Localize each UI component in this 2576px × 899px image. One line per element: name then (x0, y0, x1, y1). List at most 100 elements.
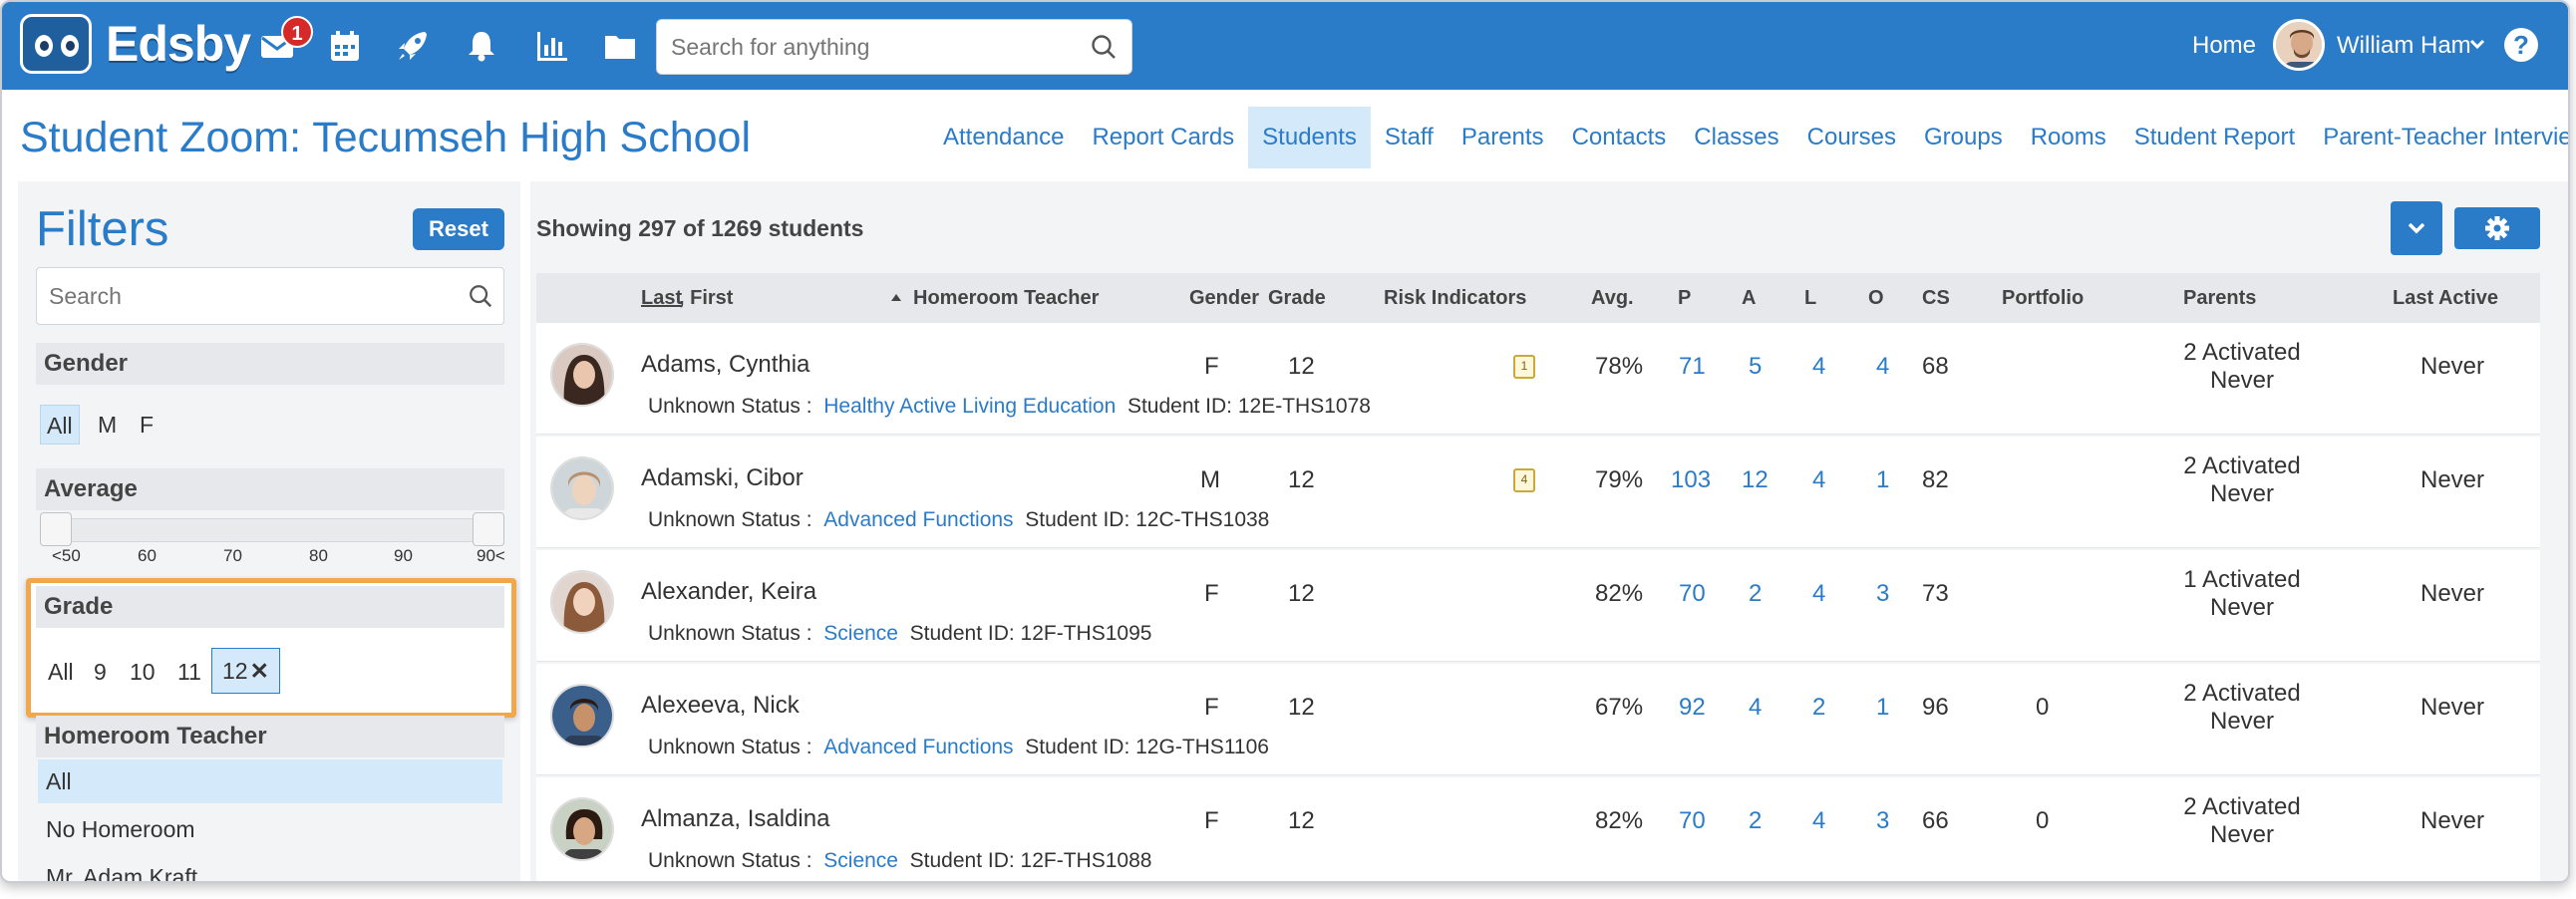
user-avatar[interactable] (2273, 19, 2325, 71)
nav-parents[interactable]: Parents (1448, 107, 1558, 168)
late-count[interactable]: 2 (1812, 694, 1825, 722)
nav-classes[interactable]: Classes (1680, 107, 1792, 168)
average-header[interactable]: Avg. (1591, 287, 1634, 310)
average-slider-max-handle[interactable] (473, 512, 504, 546)
grade-option-11[interactable]: 11 (171, 652, 207, 692)
edsby-logo[interactable]: Edsby (20, 14, 251, 74)
table-row[interactable]: Alexeeva, Nick Unknown Status : Advanced… (536, 664, 2540, 775)
nav-rooms[interactable]: Rooms (2017, 107, 2120, 168)
grade-option-9[interactable]: 9 (88, 652, 113, 692)
remove-icon[interactable]: ✕ (250, 658, 269, 684)
user-name[interactable]: William Ham (2337, 32, 2471, 60)
gender-header[interactable]: Gender (1189, 287, 1259, 310)
absent-count[interactable]: 5 (1749, 353, 1762, 381)
calendar-icon[interactable] (327, 28, 363, 64)
late-count[interactable]: 4 (1812, 807, 1825, 835)
settings-button[interactable] (2454, 207, 2540, 249)
nav-report-cards[interactable]: Report Cards (1078, 107, 1248, 168)
expand-dropdown-button[interactable] (2391, 201, 2442, 255)
gender-option-f[interactable]: F (134, 405, 160, 445)
average-slider-min-handle[interactable] (40, 512, 72, 546)
late-count[interactable]: 4 (1812, 580, 1825, 608)
table-row[interactable]: Adamski, Cibor Unknown Status : Advanced… (536, 437, 2540, 548)
homeroom-option[interactable]: No Homeroom (38, 807, 502, 851)
student-photo[interactable] (550, 684, 614, 748)
help-icon[interactable]: ? (2504, 28, 2538, 62)
table-row[interactable]: Adams, Cynthia Unknown Status : Healthy … (536, 323, 2540, 435)
other-count[interactable]: 3 (1876, 580, 1889, 608)
other-count[interactable]: 1 (1876, 694, 1889, 722)
absent-header[interactable]: A (1742, 287, 1756, 310)
student-photo[interactable] (550, 797, 614, 861)
risk-indicators-header[interactable]: Risk Indicators (1384, 287, 1526, 310)
grade-header[interactable]: Grade (1268, 287, 1326, 310)
nav-courses[interactable]: Courses (1793, 107, 1910, 168)
student-name[interactable]: Almanza, Isaldina (641, 805, 829, 833)
sort-last-name-header[interactable]: Last (641, 287, 682, 310)
late-count[interactable]: 4 (1812, 466, 1825, 494)
chevron-down-icon[interactable] (2467, 34, 2487, 54)
course-link[interactable]: Advanced Functions (823, 508, 1013, 531)
grade-option-all[interactable]: All (42, 652, 80, 692)
student-name[interactable]: Adams, Cynthia (641, 351, 809, 379)
grade-chip-12[interactable]: 12✕ (211, 648, 280, 694)
nav-groups[interactable]: Groups (1910, 107, 2017, 168)
cs-header[interactable]: CS (1922, 287, 1950, 310)
nav-student-report[interactable]: Student Report (2120, 107, 2309, 168)
absent-count[interactable]: 2 (1749, 580, 1762, 608)
folder-icon[interactable] (602, 28, 638, 64)
nav-attendance[interactable]: Attendance (929, 107, 1078, 168)
average-slider-track[interactable] (44, 518, 492, 542)
present-count[interactable]: 103 (1671, 466, 1711, 494)
homeroom-option[interactable]: All (38, 759, 502, 803)
present-count[interactable]: 92 (1679, 694, 1706, 722)
student-name[interactable]: Alexander, Keira (641, 578, 816, 606)
last-active-header[interactable]: Last Active (2393, 287, 2498, 310)
present-header[interactable]: P (1678, 287, 1691, 310)
chart-icon[interactable] (534, 28, 570, 64)
mail-icon[interactable]: 1 (259, 16, 313, 64)
gender-option-all[interactable]: All (40, 405, 80, 445)
table-row[interactable]: Almanza, Isaldina Unknown Status : Scien… (536, 777, 2540, 881)
other-count[interactable]: 1 (1876, 466, 1889, 494)
student-name[interactable]: Adamski, Cibor (641, 464, 804, 492)
other-count[interactable]: 3 (1876, 807, 1889, 835)
first-name-header[interactable]: , First (679, 287, 733, 310)
absent-count[interactable]: 12 (1742, 466, 1769, 494)
student-photo[interactable] (550, 456, 614, 520)
present-count[interactable]: 70 (1679, 580, 1706, 608)
grade-option-10[interactable]: 10 (124, 652, 161, 692)
homeroom-option[interactable]: Mr. Adam Kraft (38, 855, 502, 881)
gender-option-m[interactable]: M (92, 405, 123, 445)
absent-count[interactable]: 4 (1749, 694, 1762, 722)
late-count[interactable]: 4 (1812, 353, 1825, 381)
global-search-input[interactable] (657, 20, 1056, 74)
calendar-risk-icon[interactable]: 1 (1513, 355, 1535, 379)
late-header[interactable]: L (1804, 287, 1816, 310)
nav-parent-teacher-interviews[interactable]: Parent-Teacher Interviews (2309, 107, 2568, 168)
search-icon[interactable] (1090, 33, 1118, 61)
homeroom-teacher-header[interactable]: Homeroom Teacher (913, 287, 1099, 310)
present-count[interactable]: 70 (1679, 807, 1706, 835)
calendar-risk-icon[interactable]: 4 (1513, 468, 1535, 492)
course-link[interactable]: Science (823, 849, 898, 872)
student-photo[interactable] (550, 570, 614, 634)
global-search[interactable] (656, 19, 1132, 75)
filter-search[interactable] (36, 267, 504, 325)
course-link[interactable]: Healthy Active Living Education (823, 395, 1116, 418)
portfolio-header[interactable]: Portfolio (2002, 287, 2084, 310)
table-row[interactable]: Alexander, Keira Unknown Status : Scienc… (536, 550, 2540, 662)
filter-search-input[interactable] (37, 268, 436, 324)
present-count[interactable]: 71 (1679, 353, 1706, 381)
nav-contacts[interactable]: Contacts (1558, 107, 1681, 168)
search-icon[interactable] (468, 283, 493, 309)
course-link[interactable]: Science (823, 622, 898, 645)
student-name[interactable]: Alexeeva, Nick (641, 692, 800, 720)
nav-students[interactable]: Students (1248, 107, 1371, 168)
other-count[interactable]: 4 (1876, 353, 1889, 381)
absent-count[interactable]: 2 (1749, 807, 1762, 835)
other-header[interactable]: O (1868, 287, 1884, 310)
rocket-icon[interactable] (395, 28, 431, 64)
student-photo[interactable] (550, 343, 614, 407)
parents-header[interactable]: Parents (2183, 287, 2256, 310)
